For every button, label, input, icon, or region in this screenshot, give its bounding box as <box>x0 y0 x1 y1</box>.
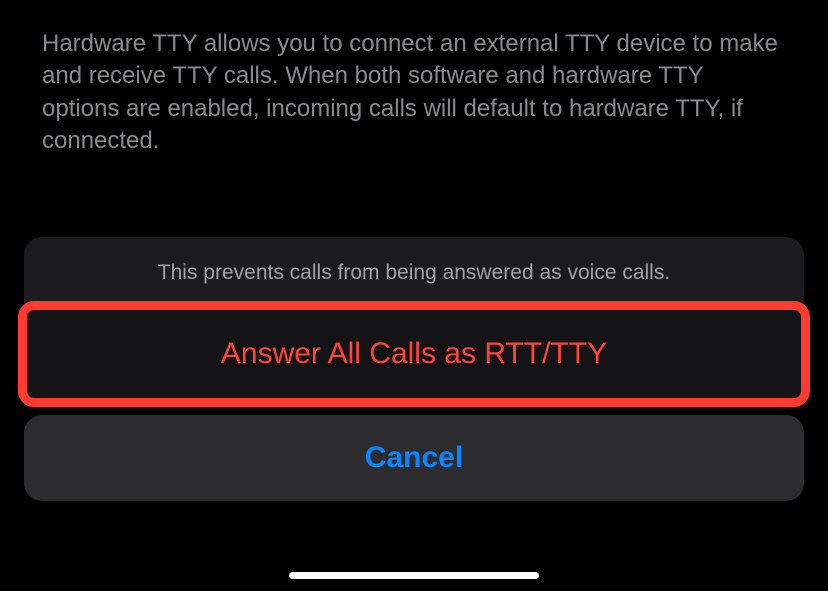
destructive-action-wrapper: Answer All Calls as RTT/TTY <box>24 307 804 401</box>
cancel-button[interactable]: Cancel <box>24 415 804 501</box>
action-sheet-message: This prevents calls from being answered … <box>24 237 804 307</box>
action-sheet-group: This prevents calls from being answered … <box>24 237 804 401</box>
hardware-tty-description: Hardware TTY allows you to connect an ex… <box>0 0 828 158</box>
answer-all-calls-rtt-tty-button[interactable]: Answer All Calls as RTT/TTY <box>24 307 804 401</box>
action-sheet: This prevents calls from being answered … <box>24 237 804 501</box>
home-indicator[interactable] <box>289 572 539 579</box>
